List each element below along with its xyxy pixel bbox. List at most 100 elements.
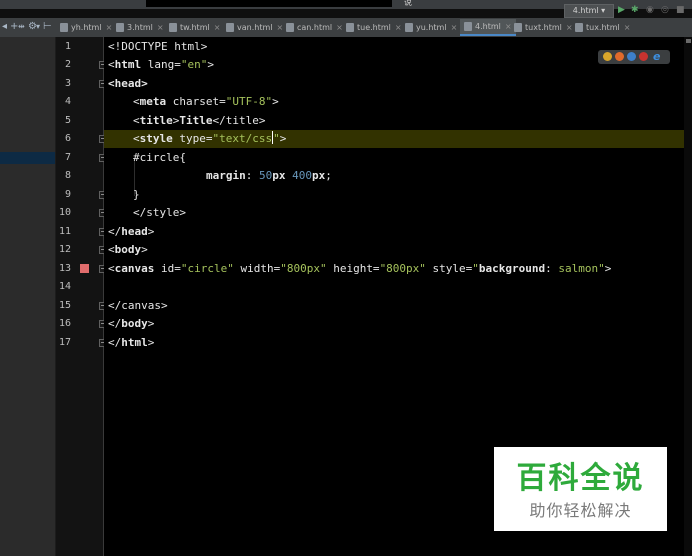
html-file-icon — [60, 23, 68, 32]
line-number: 12 — [58, 244, 71, 255]
html-file-icon — [116, 23, 124, 32]
code-line-2: <html lang="en"> — [108, 58, 214, 71]
code-line-11: </head> — [108, 225, 155, 238]
tab-van-html[interactable]: van.html × — [226, 19, 283, 36]
code-line-6: <style type="text/css"> — [133, 131, 287, 145]
tab-yh-html[interactable]: yh.html × — [60, 19, 112, 36]
code-line-17: </html> — [108, 336, 155, 349]
collapse-icon[interactable]: ⊢ — [43, 21, 52, 33]
tab-tux-html[interactable]: tux.html × — [575, 19, 630, 36]
code-line-10: </style> — [133, 206, 186, 219]
tab-can-html[interactable]: can.html × — [286, 19, 343, 36]
firefox-icon[interactable] — [615, 52, 624, 61]
line-number: 10 — [58, 207, 71, 218]
line-number: 14 — [58, 281, 71, 292]
close-icon[interactable]: × — [276, 23, 283, 32]
tab-3-html[interactable]: 3.html × — [116, 19, 164, 36]
tab-tw-html[interactable]: tw.html × — [169, 19, 220, 36]
selected-tree-item[interactable] — [0, 152, 55, 164]
code-line-8: margin: 50px 400px; — [206, 169, 332, 182]
arrow-left-icon[interactable]: ◂ — [2, 21, 7, 33]
tab-label: tuxt.html — [525, 23, 562, 32]
html-file-icon — [514, 23, 522, 32]
code-line-4: <meta charset="UTF-8"> — [133, 95, 279, 108]
code-line-15: </canvas> — [108, 299, 168, 312]
html-file-icon — [226, 23, 234, 32]
code-line-1: <!DOCTYPE html> — [108, 40, 208, 53]
close-icon[interactable]: × — [505, 22, 512, 31]
run-icon[interactable]: ▶ — [618, 5, 625, 16]
line-number: 1 — [64, 41, 71, 52]
split-icon[interactable]: ⇹ — [18, 21, 25, 33]
tab-label: tue.html — [357, 23, 391, 32]
dropdown-icon[interactable]: ▾ — [36, 21, 40, 33]
tab-label: van.html — [237, 23, 273, 32]
ie-icon[interactable]: e — [653, 50, 660, 63]
editor-scrollbar[interactable] — [684, 37, 692, 556]
html-file-icon — [464, 22, 472, 31]
close-icon[interactable]: × — [157, 23, 164, 32]
tab-label: tw.html — [180, 23, 210, 32]
breakpoint-icon[interactable] — [80, 264, 89, 273]
line-number: 11 — [58, 226, 71, 237]
line-number: 2 — [64, 59, 71, 70]
tab-label: 4.html — [475, 22, 501, 31]
tab-label: tux.html — [586, 23, 620, 32]
browser-preview-bar: e — [598, 50, 670, 64]
title-strip-dark: 说 — [146, 0, 412, 7]
line-number: 9 — [64, 189, 71, 200]
close-icon[interactable]: × — [106, 23, 113, 32]
line-number: 8 — [64, 170, 71, 181]
watermark-title: 百科全说 — [516, 461, 645, 496]
code-line-12: <body> — [108, 243, 148, 256]
chrome-icon[interactable] — [603, 52, 612, 61]
line-number: 5 — [64, 115, 71, 126]
tab-tue-html[interactable]: tue.html × — [346, 19, 402, 36]
code-line-9: } — [133, 188, 140, 201]
coverage-icon[interactable]: ◉ — [646, 5, 654, 16]
tab-label: yu.html — [416, 23, 447, 32]
project-panel — [0, 37, 56, 556]
close-icon[interactable]: × — [624, 23, 631, 32]
close-icon[interactable]: × — [395, 23, 402, 32]
tab-tuxt-html[interactable]: tuxt.html × — [514, 19, 573, 36]
tab-4-html[interactable]: 4.html × — [460, 19, 516, 36]
code-line-7: #circle{ — [133, 151, 186, 164]
tab-label: can.html — [297, 23, 333, 32]
line-number: 15 — [58, 300, 71, 311]
tab-yu-html[interactable]: yu.html × — [405, 19, 457, 36]
project-toolbar: ◂ + ⇹ ⚙ ▾ ⊢ — [0, 18, 56, 37]
window-title-fragment: 说 — [404, 0, 412, 7]
line-number: 7 — [64, 152, 71, 163]
close-icon[interactable]: × — [566, 23, 573, 32]
opera-icon[interactable] — [639, 52, 648, 61]
code-line-3: <head> — [108, 77, 148, 90]
code-line-16: </body> — [108, 317, 155, 330]
html-file-icon — [575, 23, 583, 32]
profile-icon[interactable]: ◎ — [661, 5, 669, 16]
editor-tab-bar: ◂ + ⇹ ⚙ ▾ ⊢ yh.html × 3.html × tw.html × va… — [0, 18, 692, 38]
editor-gutter: 1 2 3 4 5 6 7 8 9 10 11 12 13 14 15 16 1… — [56, 37, 107, 556]
stop-icon[interactable]: ■ — [676, 5, 685, 16]
line-number: 16 — [58, 318, 71, 329]
watermark-subtitle: 助你轻松解决 — [529, 501, 632, 520]
tab-label: yh.html — [71, 23, 102, 32]
close-icon[interactable]: × — [336, 23, 343, 32]
close-icon[interactable]: × — [451, 23, 458, 32]
safari-icon[interactable] — [627, 52, 636, 61]
line-number: 13 — [58, 263, 71, 274]
run-config-select[interactable]: 4.html ▾ — [564, 4, 614, 18]
tab-label: 3.html — [127, 23, 153, 32]
line-number: 3 — [64, 78, 71, 89]
html-file-icon — [405, 23, 413, 32]
debug-icon[interactable]: ✱ — [631, 5, 639, 16]
html-file-icon — [346, 23, 354, 32]
line-number: 4 — [64, 96, 71, 107]
scroll-marker — [686, 39, 691, 43]
code-line-5: <title>Title</title> — [133, 114, 266, 127]
close-icon[interactable]: × — [214, 23, 221, 32]
code-line-13: <canvas id="circle" width="800px" height… — [108, 262, 612, 275]
line-number: 17 — [58, 337, 71, 348]
watermark-logo: 百科全说 助你轻松解决 — [494, 447, 667, 531]
html-file-icon — [286, 23, 294, 32]
